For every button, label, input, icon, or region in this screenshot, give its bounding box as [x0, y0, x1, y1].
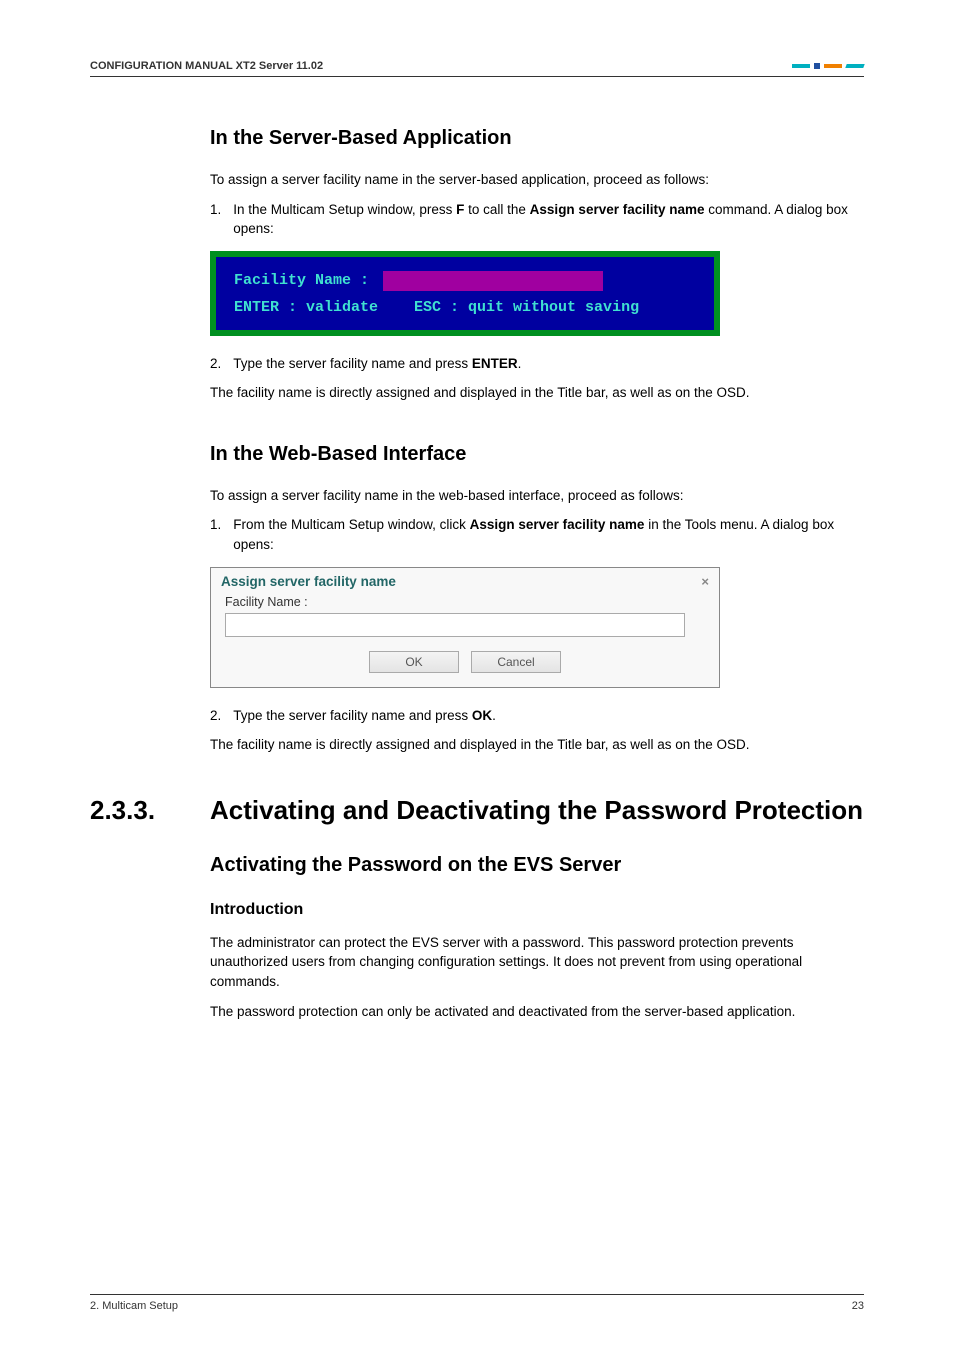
footer-left: 2. Multicam Setup [90, 1300, 178, 1312]
paragraph: The administrator can protect the EVS se… [210, 933, 864, 992]
heading-server-based: In the Server-Based Application [210, 127, 864, 150]
list-item: 2. Type the server facility name and pre… [210, 706, 864, 726]
close-icon[interactable]: × [701, 574, 709, 589]
logo-bar-icon [845, 64, 864, 68]
facility-name-field[interactable] [225, 613, 685, 637]
paragraph: The password protection can only be acti… [210, 1002, 864, 1022]
outro-text: The facility name is directly assigned a… [210, 735, 864, 755]
section-heading-row: 2.3.3. Activating and Deactivating the P… [90, 795, 864, 826]
list-body: Type the server facility name and press … [233, 706, 864, 726]
outro-text: The facility name is directly assigned a… [210, 383, 864, 403]
cancel-button[interactable]: Cancel [471, 651, 561, 673]
dialog-title: Assign server facility name [221, 574, 396, 589]
logo-bar-icon [824, 64, 842, 68]
facility-name-input[interactable] [383, 271, 603, 291]
list-item: 1. From the Multicam Setup window, click… [210, 515, 864, 554]
dos-facility-label: Facility Name : [234, 272, 369, 289]
header-text: CONFIGURATION MANUAL XT2 Server 11.02 [90, 60, 323, 72]
logo-dot-icon [814, 63, 820, 69]
evs-logo [792, 63, 864, 69]
section-number: 2.3.3. [90, 795, 190, 826]
dos-enter-hint: ENTER : validate [234, 299, 378, 316]
page-footer: 2. Multicam Setup 23 [90, 1294, 864, 1312]
page-header: CONFIGURATION MANUAL XT2 Server 11.02 [90, 60, 864, 77]
list-body: In the Multicam Setup window, press F to… [233, 200, 864, 239]
intro-text: To assign a server facility name in the … [210, 170, 864, 190]
list-number: 1. [210, 200, 221, 239]
intro-text: To assign a server facility name in the … [210, 486, 864, 506]
list-number: 2. [210, 706, 221, 726]
logo-bar-icon [792, 64, 810, 68]
facility-name-label: Facility Name : [225, 595, 705, 609]
list-body: From the Multicam Setup window, click As… [233, 515, 864, 554]
list-item: 2. Type the server facility name and pre… [210, 354, 864, 374]
section-title: Activating and Deactivating the Password… [210, 795, 863, 826]
heading-web-based: In the Web-Based Interface [210, 443, 864, 466]
list-item: 1. In the Multicam Setup window, press F… [210, 200, 864, 239]
list-number: 1. [210, 515, 221, 554]
dos-dialog: Facility Name : ENTER : validate ESC : q… [210, 251, 720, 336]
subheading: Activating the Password on the EVS Serve… [210, 854, 864, 877]
sub-subheading: Introduction [210, 901, 864, 919]
ok-button[interactable]: OK [369, 651, 459, 673]
list-body: Type the server facility name and press … [233, 354, 864, 374]
dos-esc-hint: ESC : quit without saving [414, 299, 639, 316]
footer-page-number: 23 [852, 1300, 864, 1312]
web-dialog: Assign server facility name × Facility N… [210, 567, 720, 688]
list-number: 2. [210, 354, 221, 374]
